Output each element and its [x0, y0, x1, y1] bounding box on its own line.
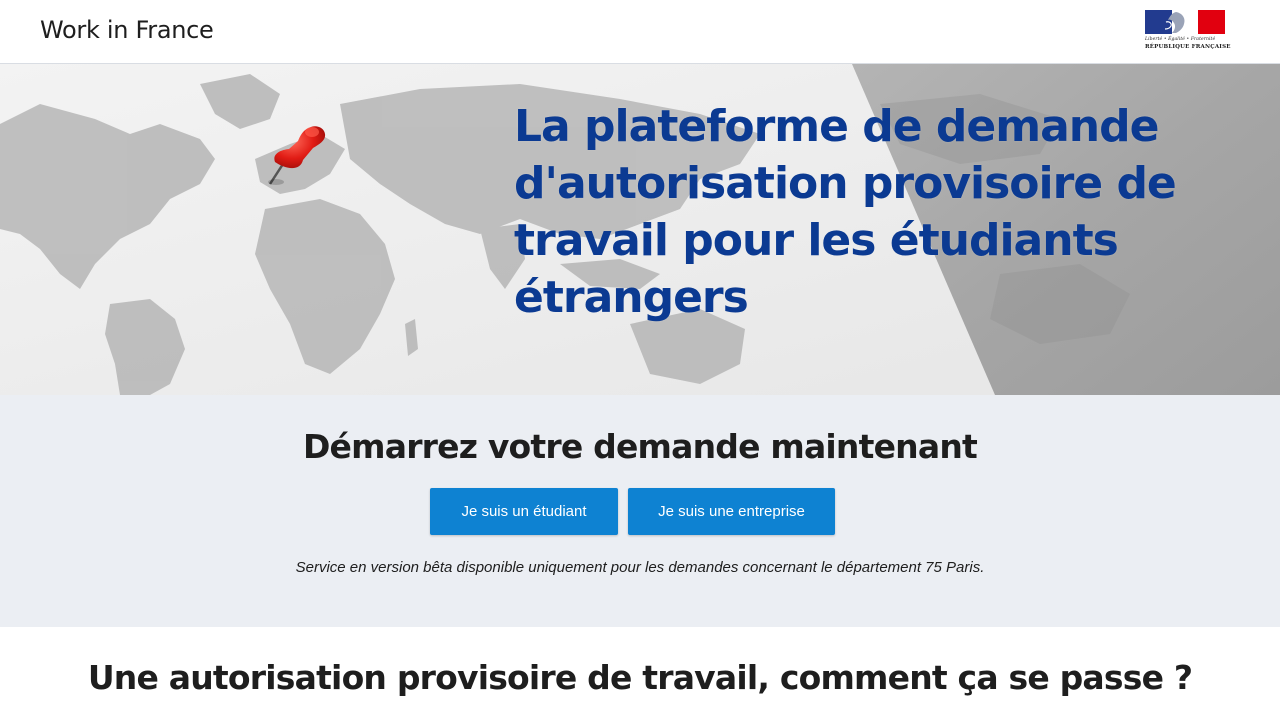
- republique-francaise-logo[interactable]: Liberté • Égalité • Fraternité RÉPUBLIQU…: [1145, 10, 1231, 54]
- start-request-title: Démarrez votre demande maintenant: [302, 427, 978, 466]
- logo-motto: Liberté • Égalité • Fraternité: [1145, 37, 1216, 42]
- site-title-link[interactable]: Work in France: [40, 16, 214, 44]
- hero-title: La plateforme de demande d'autorisation …: [514, 101, 1177, 323]
- company-button[interactable]: Je suis une entreprise: [628, 488, 835, 535]
- start-request-section: Démarrez votre demande maintenant Je sui…: [0, 395, 1280, 627]
- beta-service-note: Service en version bêta disponible uniqu…: [295, 559, 985, 576]
- how-it-works-title: Une autorisation provisoire de travail, …: [87, 658, 1193, 697]
- student-button[interactable]: Je suis un étudiant: [430, 488, 618, 535]
- logo-republique-francaise: RÉPUBLIQUE FRANÇAISE: [1145, 44, 1231, 50]
- site-header: Work in France Liberté • Égalité • Frate…: [0, 0, 1280, 64]
- marianne-flag-icon: [1145, 10, 1226, 34]
- hero-banner: La plateforme de demande d'autorisation …: [0, 64, 1280, 395]
